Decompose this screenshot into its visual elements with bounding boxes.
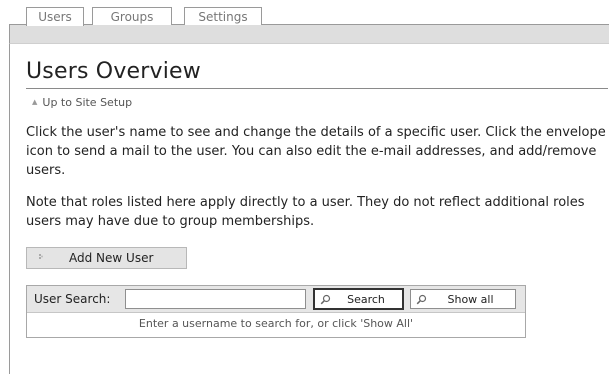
dots-icon — [27, 253, 55, 263]
user-search-label: User Search: — [34, 292, 111, 306]
content-left-border — [9, 44, 10, 374]
user-search-input[interactable] — [125, 289, 306, 309]
search-button[interactable]: Search — [313, 288, 404, 310]
intro-text: Click the user's name to see and change … — [26, 125, 606, 178]
magnifier-icon — [416, 294, 430, 305]
tab-users[interactable]: Users — [26, 7, 84, 26]
tab-band — [9, 24, 609, 44]
search-hint-text: Enter a username to search for, or click… — [138, 317, 414, 330]
add-new-user-button[interactable]: Add New User — [26, 247, 187, 269]
tab-groups[interactable]: Groups — [92, 7, 172, 25]
search-button-label: Search — [347, 292, 385, 306]
up-to-site-setup-link[interactable]: ▲ Up to Site Setup — [32, 96, 132, 109]
roles-note-text: Note that roles listed here apply direct… — [26, 195, 585, 229]
up-triangle-icon: ▲ — [32, 98, 38, 106]
tab-bar: Users Groups Settings — [0, 0, 609, 44]
up-to-site-setup-label: Up to Site Setup — [42, 96, 133, 109]
show-all-button-label: Show all — [447, 292, 494, 306]
magnifier-icon — [320, 294, 334, 305]
tab-settings[interactable]: Settings — [184, 7, 262, 25]
page-title: Users Overview — [26, 59, 201, 84]
user-search-row: User Search: Search Show all — [27, 286, 525, 313]
title-divider — [26, 88, 608, 89]
show-all-button[interactable]: Show all — [410, 289, 516, 309]
add-new-user-label: Add New User — [69, 251, 154, 265]
user-search-panel: User Search: Search Show all Enter a use… — [26, 285, 526, 338]
